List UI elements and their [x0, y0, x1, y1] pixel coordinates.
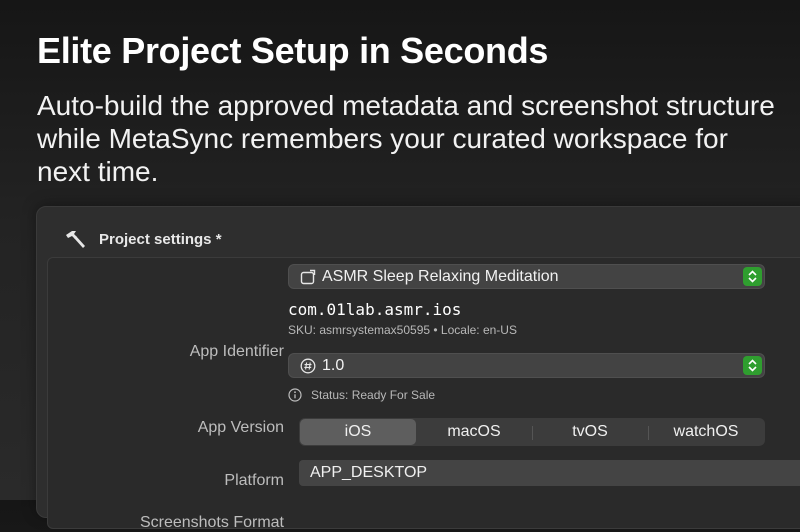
- panel-title: Project settings *: [99, 230, 222, 248]
- headline: Elite Project Setup in Seconds: [37, 30, 549, 71]
- project-settings-panel: Project settings * App Identifier ASMR S…: [36, 206, 800, 531]
- info-circle-icon: [288, 388, 302, 402]
- platform-option-macos[interactable]: macOS: [416, 419, 532, 445]
- app-select[interactable]: ASMR Sleep Relaxing Meditation: [288, 264, 765, 289]
- selected-app: ASMR Sleep Relaxing Meditation: [322, 267, 559, 285]
- selected-version: 1.0: [322, 356, 345, 374]
- platform-label: Platform: [224, 472, 284, 489]
- platform-option-tvos[interactable]: tvOS: [532, 419, 648, 445]
- chevron-up-down-icon: [748, 270, 757, 283]
- app-meta: SKU: asmrsystemax50595 • Locale: en-US: [288, 323, 517, 337]
- app-identifier-label: App Identifier: [189, 343, 284, 360]
- hammer-icon: [66, 231, 85, 248]
- status-text: Status: Ready For Sale: [311, 388, 436, 402]
- settings-form: App Identifier ASMR Sleep Relaxing Medit…: [47, 257, 800, 531]
- version-select[interactable]: 1.0: [288, 353, 765, 378]
- version-select-stepper[interactable]: [743, 356, 762, 375]
- bundle-id: com.01lab.asmr.ios: [288, 300, 462, 319]
- app-version-label: App Version: [197, 419, 284, 436]
- subheadline: Auto-build the approved metadata and scr…: [37, 90, 775, 187]
- screenshots-format-field[interactable]: APP_DESKTOP: [299, 460, 800, 486]
- chevron-up-down-icon: [748, 359, 757, 372]
- platform-segmented-control: iOS macOS tvOS watchOS: [299, 418, 765, 446]
- app-window-icon: [300, 269, 316, 284]
- screenshots-format-label: Screenshots Format: [139, 514, 284, 531]
- platform-option-ios[interactable]: iOS: [300, 419, 416, 445]
- platform-option-watchos[interactable]: watchOS: [648, 419, 764, 445]
- number-circle-icon: [300, 358, 316, 373]
- app-select-stepper[interactable]: [743, 267, 762, 286]
- version-status: Status: Ready For Sale: [288, 388, 435, 402]
- panel-header: Project settings *: [63, 229, 222, 249]
